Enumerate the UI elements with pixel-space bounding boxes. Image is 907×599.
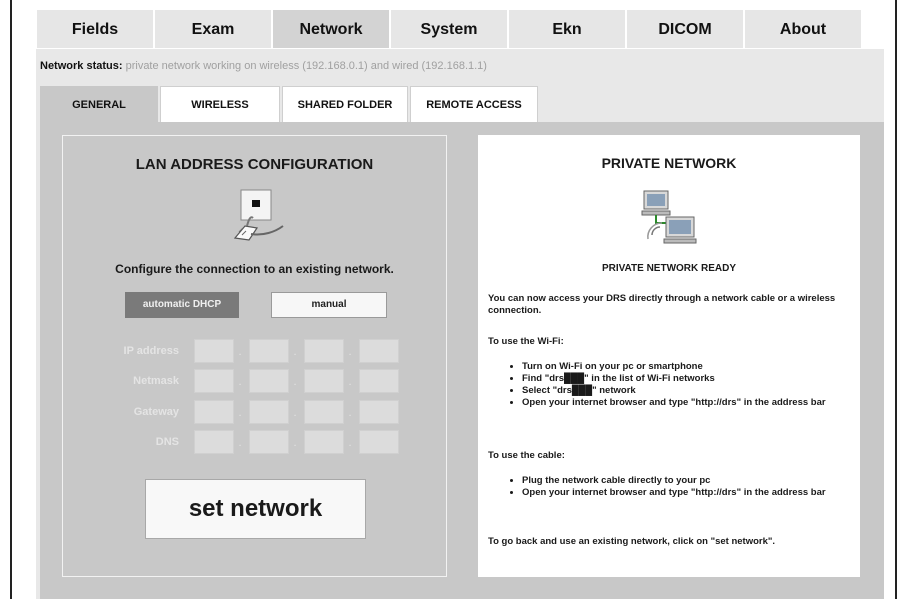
network-status: Network status: private network working … — [40, 60, 487, 72]
netmask-label: Netmask — [133, 375, 179, 387]
ip-dot: . — [238, 437, 242, 449]
list-item: Plug the network cable directly to your … — [522, 475, 858, 487]
tab-about[interactable]: About — [744, 9, 862, 49]
ip-dot: . — [348, 407, 352, 419]
ip-dot: . — [293, 437, 297, 449]
ip-dot: . — [293, 346, 297, 358]
tab-system[interactable]: System — [390, 9, 508, 49]
ip-dot: . — [348, 376, 352, 388]
netmask-octet-3[interactable] — [304, 369, 344, 393]
lan-config-panel: LAN ADDRESS CONFIGURATION Configure the … — [62, 135, 447, 577]
netmask-octet-4[interactable] — [359, 369, 399, 393]
network-status-label: Network status: — [40, 60, 123, 72]
netmask-octet-2[interactable] — [249, 369, 289, 393]
subtab-shared-folder[interactable]: SHARED FOLDER — [282, 86, 408, 122]
ip-dot: . — [238, 376, 242, 388]
subtab-general[interactable]: GENERAL — [40, 86, 158, 122]
ip-address-octet-2[interactable] — [249, 339, 289, 363]
manual-button[interactable]: manual — [271, 292, 387, 318]
wifi-heading: To use the Wi-Fi: — [488, 336, 564, 347]
dns-octet-4[interactable] — [359, 430, 399, 454]
ip-address-octet-1[interactable] — [194, 339, 234, 363]
ip-dot: . — [293, 376, 297, 388]
ip-dot: . — [348, 437, 352, 449]
gateway-label: Gateway — [133, 406, 179, 418]
tab-ekn[interactable]: Ekn — [508, 9, 626, 49]
tab-network[interactable]: Network — [272, 9, 390, 49]
wifi-steps: Turn on Wi-Fi on your pc or smartphone F… — [510, 361, 858, 409]
tab-dicom[interactable]: DICOM — [626, 9, 744, 49]
lan-description: Configure the connection to an existing … — [115, 262, 394, 276]
private-network-footer: To go back and use an existing network, … — [488, 536, 776, 547]
gateway-octet-2[interactable] — [249, 400, 289, 424]
gateway-octet-4[interactable] — [359, 400, 399, 424]
automatic-dhcp-button[interactable]: automatic DHCP — [125, 292, 239, 318]
cable-heading: To use the cable: — [488, 450, 565, 461]
ip-address-label: IP address — [123, 345, 179, 357]
network-computers-icon — [638, 187, 702, 256]
ip-address-octet-4[interactable] — [359, 339, 399, 363]
list-item: Turn on Wi-Fi on your pc or smartphone — [522, 361, 858, 373]
subtab-wireless[interactable]: WIRELESS — [160, 86, 280, 122]
tab-fields[interactable]: Fields — [36, 9, 154, 49]
private-network-ready: PRIVATE NETWORK READY — [601, 263, 737, 274]
ethernet-cable-icon — [223, 188, 287, 251]
cable-steps: Plug the network cable directly to your … — [510, 475, 858, 499]
network-status-value: private network working on wireless (192… — [125, 60, 487, 72]
dns-octet-3[interactable] — [304, 430, 344, 454]
list-item: Select "drs███" network — [522, 385, 858, 397]
set-network-button[interactable]: set network — [145, 479, 366, 539]
list-item: Open your internet browser and type "htt… — [522, 487, 858, 499]
dns-octet-1[interactable] — [194, 430, 234, 454]
private-network-title: PRIVATE NETWORK — [601, 155, 737, 171]
subtab-remote-access[interactable]: REMOTE ACCESS — [410, 86, 538, 122]
tab-exam[interactable]: Exam — [154, 9, 272, 49]
private-network-panel: PRIVATE NETWORK PRIVATE NETWORK READY Yo… — [478, 135, 860, 577]
ip-dot: . — [348, 346, 352, 358]
netmask-octet-1[interactable] — [194, 369, 234, 393]
lan-title: LAN ADDRESS CONFIGURATION — [135, 156, 374, 173]
list-item: Open your internet browser and type "htt… — [522, 397, 858, 409]
ip-dot: . — [238, 346, 242, 358]
list-item: Find "drs███" in the list of Wi-Fi netwo… — [522, 373, 858, 385]
dns-octet-2[interactable] — [249, 430, 289, 454]
ip-dot: . — [238, 407, 242, 419]
gateway-octet-3[interactable] — [304, 400, 344, 424]
dns-label: DNS — [155, 436, 179, 448]
private-network-intro: You can now access your DRS directly thr… — [488, 293, 836, 316]
ip-address-octet-3[interactable] — [304, 339, 344, 363]
gateway-octet-1[interactable] — [194, 400, 234, 424]
ip-dot: . — [293, 407, 297, 419]
